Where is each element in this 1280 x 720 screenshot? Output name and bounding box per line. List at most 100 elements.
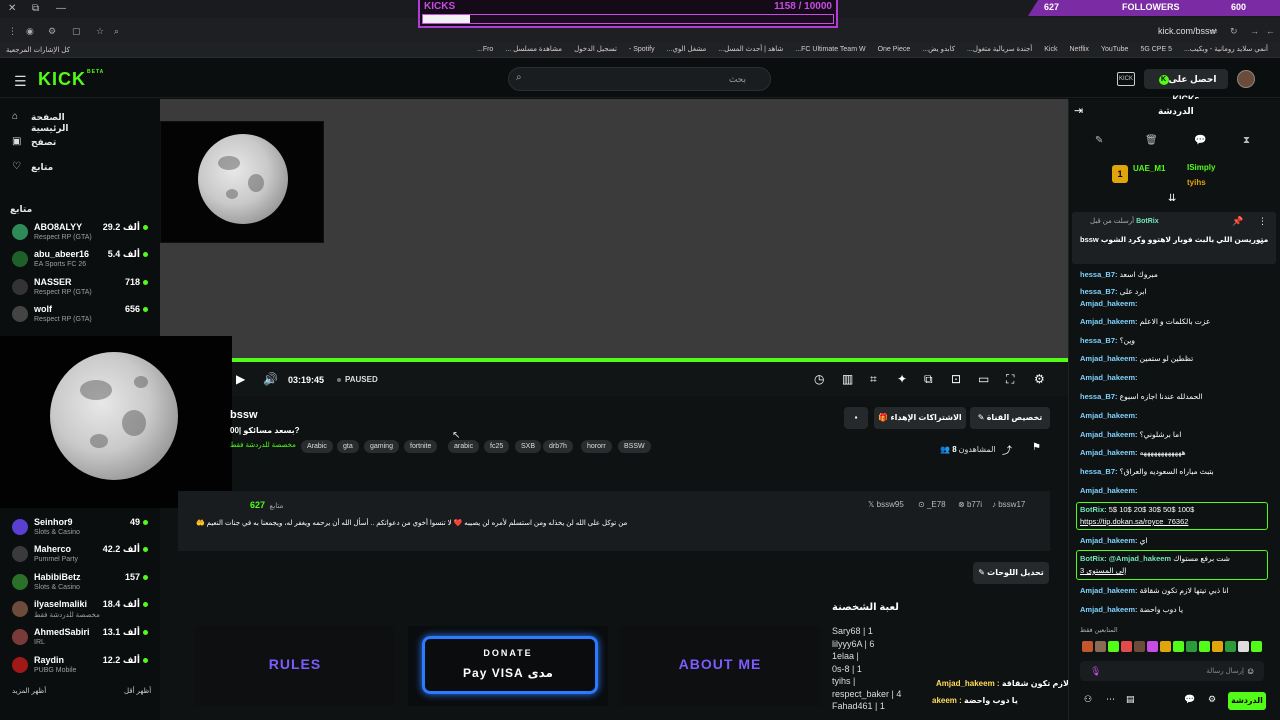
chat-message[interactable]: hessa_B7: ابرد على: [1080, 287, 1147, 296]
minimize-window-icon[interactable]: —: [56, 3, 66, 14]
chat-message[interactable]: Amjad_hakeem:: [1080, 411, 1138, 420]
emoji-icon[interactable]: ☺: [1246, 666, 1255, 676]
clip-icon[interactable]: ⌗: [870, 372, 877, 387]
emote-icon[interactable]: [1225, 641, 1236, 652]
chat-username[interactable]: Amjad_hakeem:: [1080, 317, 1138, 326]
streamer-name[interactable]: bssw: [230, 409, 258, 421]
chevron-down-icon[interactable]: ⌄: [1258, 236, 1266, 247]
address-bar[interactable]: kick.com/bssw: [0, 22, 1280, 42]
donate-panel[interactable]: DONATE Pay VISA مدى: [408, 626, 608, 706]
chat-username[interactable]: Amjad_hakeem:: [1080, 354, 1138, 363]
gear-icon[interactable]: ⚙: [1208, 694, 1216, 705]
bookmark-item[interactable]: مشغل الوي...: [667, 42, 707, 57]
store-icon[interactable]: ▤: [1126, 694, 1135, 705]
speed-icon[interactable]: ◷: [814, 372, 824, 386]
emote-icon[interactable]: [1108, 641, 1119, 652]
forward-icon[interactable]: →: [1250, 26, 1259, 36]
customize-channel-button[interactable]: ✎ تخصيص القناة: [970, 407, 1050, 429]
bookmark-item[interactable]: كابدو يض...: [922, 42, 955, 57]
stream-tag[interactable]: Arabic: [301, 440, 333, 453]
followed-channel[interactable]: Maherco Pummel Party 42.2 ألف: [12, 544, 152, 570]
tab-icon[interactable]: ▢: [72, 26, 81, 37]
chat-username[interactable]: Amjad_hakeem:: [1080, 411, 1138, 420]
menu-dots-icon[interactable]: ⋮: [8, 26, 17, 37]
chat-message[interactable]: Amjad_hakeem: ههههههههههههه: [1080, 448, 1186, 457]
chat-username[interactable]: hessa_B7:: [1080, 270, 1118, 279]
pin-icon[interactable]: ✎: [1095, 135, 1103, 146]
emote-icon[interactable]: [1121, 641, 1132, 652]
show-less-link[interactable]: أظهر أقل: [124, 687, 151, 695]
emote-icon[interactable]: [1238, 641, 1249, 652]
bookmark-item[interactable]: Fro...: [477, 42, 493, 57]
pip-icon[interactable]: ⧉: [924, 372, 933, 387]
follow-icon[interactable]: ⚑: [1032, 442, 1041, 453]
chat-message[interactable]: Amjad_hakeem:: [1080, 299, 1138, 308]
stream-tag[interactable]: arabic: [448, 440, 480, 453]
chat-message[interactable]: Amjad_hakeem: انا ذبي تيتها لازم تكون شق…: [1080, 586, 1229, 595]
chat-message[interactable]: Amjad_hakeem: اي: [1080, 536, 1148, 545]
url-text[interactable]: kick.com/bssw: [1158, 26, 1216, 36]
chat-message[interactable]: hessa_B7: وين؟: [1080, 336, 1135, 345]
bookmark-item[interactable]: Spotify -: [629, 42, 655, 57]
share-icon[interactable]: ⤴: [1002, 442, 1012, 457]
fullscreen-icon[interactable]: ⛶: [1006, 372, 1014, 387]
social-link[interactable]: ⊗ b77i: [958, 500, 982, 509]
emote-icon[interactable]: [1095, 641, 1106, 652]
stream-tag[interactable]: BSSW: [618, 440, 651, 453]
bookmark-item[interactable]: مشاهدة مسلسل ...: [505, 42, 562, 57]
chat-message[interactable]: hessa_B7: بتبث مباراه السعوديه والعراق؟: [1080, 467, 1214, 476]
stream-tag[interactable]: gaming: [364, 440, 399, 453]
site-settings-icon[interactable]: ⇌: [1210, 26, 1218, 37]
chat-message[interactable]: Amjad_hakeem: اما برشلوني؟: [1080, 430, 1181, 439]
gift-icon[interactable]: KICK: [1117, 72, 1135, 86]
collapse-chat-icon[interactable]: ⇥: [1074, 104, 1083, 117]
hourglass-icon[interactable]: ⧗: [1243, 135, 1250, 146]
kick-logo[interactable]: KICKBETA: [38, 69, 104, 90]
chat-message[interactable]: Amjad_hakeem: عزت بالكلمات و الاعلم: [1080, 317, 1210, 326]
followed-channel[interactable]: NASSER Respect RP (GTA) 718: [12, 277, 152, 303]
show-more-link[interactable]: أظهر المزيد: [12, 687, 46, 695]
chat-input[interactable]: إرسال رسالة: [1080, 661, 1264, 681]
restore-window-icon[interactable]: ⧉: [32, 3, 39, 14]
chat-username[interactable]: Amjad_hakeem:: [1080, 536, 1138, 545]
about-me-panel[interactable]: ABOUT ME: [620, 626, 820, 706]
bookmark-item[interactable]: Kick: [1044, 42, 1057, 57]
emote-icon[interactable]: [1186, 641, 1197, 652]
emote-icon[interactable]: [1173, 641, 1184, 652]
sidebar-nav-item[interactable]: ♡ متابع: [12, 161, 53, 172]
gift-subs-button[interactable]: 🎁 الاشتراكات الإهداء: [874, 407, 966, 429]
sidebar-nav-item[interactable]: ▣ تصفح: [12, 136, 56, 147]
trash-icon[interactable]: 🗑: [1145, 135, 1158, 146]
play-icon[interactable]: ▶: [236, 372, 245, 386]
emote-icon[interactable]: [1251, 641, 1262, 652]
extensions-icon[interactable]: ⚙: [48, 26, 56, 37]
social-link[interactable]: ♪ bssw17: [992, 500, 1025, 509]
followed-channel[interactable]: abu_abeer16 EA Sports FC 26 5.4 ألف: [12, 249, 152, 275]
expand-icon[interactable]: ⇊: [1168, 193, 1176, 204]
chat-username[interactable]: hessa_B7:: [1080, 392, 1118, 401]
chat-username[interactable]: Amjad_hakeem:: [1080, 299, 1138, 308]
chat-message[interactable]: Amjad_hakeem:: [1080, 486, 1138, 495]
theater-icon[interactable]: ▭: [978, 372, 989, 386]
rules-panel[interactable]: RULES: [195, 626, 395, 706]
stream-tag[interactable]: hororr: [581, 440, 612, 453]
chat-message[interactable]: Amjad_hakeem:: [1080, 373, 1138, 382]
get-kicks-button[interactable]: Kاحصل على KICKs: [1144, 69, 1228, 104]
settings-gear-icon[interactable]: ⚙: [1034, 372, 1045, 386]
emote-icon[interactable]: [1147, 641, 1158, 652]
sidebar-nav-item[interactable]: ⌂ الصفحة الرئيسية: [12, 111, 68, 133]
followed-channel[interactable]: Raydin PUBG Mobile 12.2 ألف: [12, 655, 152, 681]
stream-tag[interactable]: fc25: [484, 440, 510, 453]
followed-channel[interactable]: Seinhor9 Slots & Casino 49: [12, 517, 152, 543]
chat-message[interactable]: hessa_B7: مبروك اسعد: [1080, 270, 1158, 279]
hamburger-menu-icon[interactable]: ☰: [14, 73, 27, 90]
profile-icon[interactable]: ◉: [26, 26, 34, 37]
emote-icon[interactable]: [1134, 641, 1145, 652]
mic-icon[interactable]: 🎙: [1090, 666, 1101, 677]
social-link[interactable]: 𝕏 bssw95: [868, 500, 904, 509]
close-window-icon[interactable]: ✕: [8, 3, 16, 14]
more-options-button[interactable]: ▪: [844, 407, 868, 429]
emote-icon[interactable]: [1160, 641, 1171, 652]
sparkle-icon[interactable]: ✦: [897, 372, 907, 386]
stats-icon[interactable]: ▥: [842, 372, 853, 386]
